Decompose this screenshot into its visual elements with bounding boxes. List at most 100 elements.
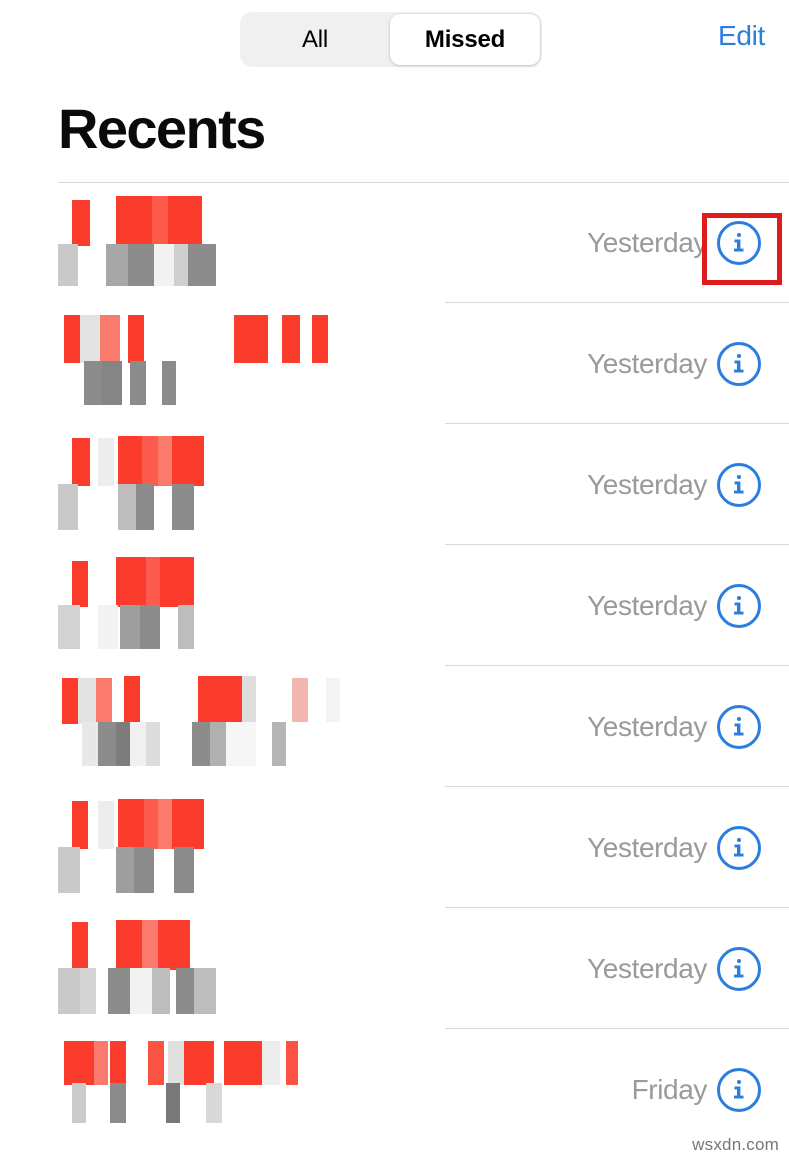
redaction-block-name [242, 676, 256, 724]
redaction-block-subtitle [130, 722, 146, 766]
call-row[interactable]: Yesterday [0, 908, 789, 1029]
redaction-block-name [142, 920, 158, 970]
redaction-block-name [172, 436, 204, 486]
redaction-block-subtitle [272, 722, 286, 766]
redaction-block-name [110, 1041, 126, 1085]
redaction-block-subtitle [72, 1083, 86, 1123]
redacted-caller-name [58, 908, 438, 1029]
redaction-block-subtitle [116, 722, 130, 766]
redaction-block-subtitle [178, 605, 194, 649]
call-timestamp: Yesterday [587, 589, 707, 621]
redaction-block-subtitle [210, 722, 226, 766]
redaction-block-subtitle [58, 244, 78, 286]
redaction-block-name [292, 678, 308, 722]
call-timestamp: Yesterday [587, 347, 707, 379]
redaction-block-subtitle [174, 244, 188, 286]
redacted-caller-name [58, 666, 438, 787]
redaction-block-name [172, 799, 204, 849]
redaction-block-name [286, 1041, 298, 1085]
redaction-block-name [198, 676, 242, 724]
redaction-block-name [234, 315, 268, 363]
redaction-block-subtitle [102, 361, 122, 405]
call-row[interactable]: Yesterday [0, 424, 789, 545]
call-filter-segmented-control[interactable]: All Missed [240, 12, 542, 67]
call-row-meta: Yesterday [587, 908, 789, 1029]
call-row[interactable]: Yesterday [0, 666, 789, 787]
info-button[interactable] [717, 946, 761, 991]
call-row[interactable]: Yesterday [0, 303, 789, 424]
redaction-block-name [128, 315, 144, 363]
redaction-block-name [184, 1041, 214, 1085]
redaction-block-name [224, 1041, 262, 1085]
info-button[interactable] [717, 341, 761, 386]
redaction-block-subtitle [172, 484, 194, 530]
call-row[interactable]: Yesterday [0, 787, 789, 908]
call-timestamp: Friday [631, 1073, 708, 1105]
redaction-block-name [80, 315, 100, 363]
call-row[interactable]: Yesterday [0, 545, 789, 666]
redaction-block-subtitle [58, 968, 80, 1014]
redaction-block-name [98, 438, 114, 486]
call-row-meta: Yesterday [587, 787, 789, 908]
redaction-block-name [72, 438, 90, 486]
segment-all[interactable]: All [240, 12, 390, 67]
call-row[interactable]: Yesterday [0, 182, 789, 303]
redaction-block-name [78, 678, 96, 724]
redaction-block-name [100, 315, 120, 363]
call-row-meta: Yesterday [587, 424, 789, 545]
redaction-block-name [262, 1041, 280, 1085]
redacted-caller-name [58, 424, 438, 545]
redaction-block-name [142, 436, 158, 486]
call-row[interactable]: Friday [0, 1029, 789, 1150]
segment-all-label: All [301, 25, 329, 53]
redaction-block-subtitle [58, 605, 80, 649]
redaction-block-name [62, 678, 78, 724]
redaction-block-name [72, 200, 90, 246]
redaction-block-subtitle [140, 605, 160, 649]
redacted-caller-name [58, 787, 438, 908]
info-button[interactable] [717, 583, 761, 628]
call-row-meta: Yesterday [587, 545, 789, 666]
redaction-block-name [148, 1041, 164, 1085]
call-timestamp: Yesterday [587, 710, 707, 742]
redaction-block-subtitle [130, 361, 146, 405]
redaction-block-name [312, 315, 328, 363]
call-row-meta: Yesterday [587, 303, 789, 424]
redaction-block-subtitle [128, 244, 154, 286]
redaction-block-name [158, 436, 172, 486]
redaction-block-subtitle [194, 968, 216, 1014]
redaction-block-subtitle [176, 968, 194, 1014]
redaction-block-name [94, 1041, 108, 1085]
redaction-block-name [168, 1041, 184, 1085]
edit-button[interactable]: Edit [718, 20, 765, 52]
info-circle-icon [734, 837, 744, 856]
redaction-block-name [326, 678, 340, 722]
call-row-meta: Friday [632, 1029, 789, 1150]
redaction-block-name [158, 920, 190, 970]
redaction-block-subtitle [98, 722, 116, 766]
info-button[interactable] [717, 825, 761, 870]
redaction-block-subtitle [162, 361, 176, 405]
call-row-meta: Yesterday [587, 182, 789, 303]
redaction-block-subtitle [110, 1083, 126, 1123]
redaction-block-subtitle [154, 244, 174, 286]
redacted-caller-name [58, 303, 438, 424]
segment-missed-label: Missed [424, 25, 506, 53]
redaction-block-subtitle [106, 244, 128, 286]
info-button[interactable] [717, 704, 761, 749]
redaction-block-subtitle [120, 605, 140, 649]
redaction-block-name [152, 196, 168, 246]
redaction-block-subtitle [192, 722, 210, 766]
redaction-block-name [144, 799, 158, 849]
info-button[interactable] [717, 1067, 761, 1112]
redaction-block-name [72, 561, 88, 607]
info-button[interactable] [717, 220, 761, 265]
redaction-block-name [96, 678, 112, 724]
redaction-block-subtitle [58, 484, 78, 530]
redaction-block-name [98, 801, 114, 849]
segment-missed[interactable]: Missed [390, 14, 540, 65]
info-button[interactable] [717, 462, 761, 507]
redaction-block-name [116, 920, 142, 970]
redaction-block-subtitle [98, 605, 118, 649]
redaction-block-subtitle [116, 847, 134, 893]
